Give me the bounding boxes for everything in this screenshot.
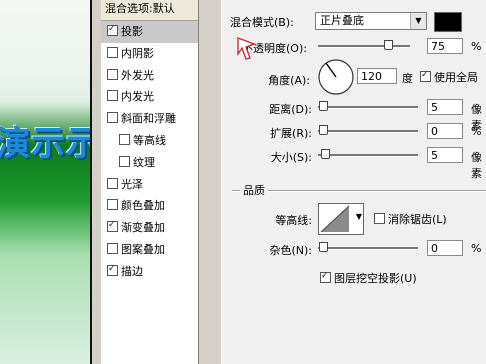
quality-group-border [232, 190, 486, 192]
style-item[interactable]: 光泽 [101, 174, 198, 196]
style-item-checkbox[interactable] [107, 68, 118, 80]
style-item-label: 内阴影 [121, 46, 154, 60]
anti-alias-label: 消除锯齿(L) [388, 213, 447, 226]
contour-linear-icon [320, 205, 350, 233]
style-item-checkbox[interactable] [107, 242, 118, 254]
noise-slider-thumb[interactable] [319, 242, 328, 252]
style-item[interactable]: 颜色叠加 [101, 195, 198, 217]
style-item-label: 描边 [121, 264, 143, 278]
noise-unit: % [471, 242, 482, 255]
style-item[interactable]: 内阴影 [101, 43, 198, 65]
global-light-checkbox[interactable]: 使用全局 [420, 69, 478, 85]
angle-label: 角度(A): [268, 74, 310, 87]
size-slider-thumb[interactable] [321, 149, 330, 159]
anti-alias-checkbox[interactable]: 消除锯齿(L) [374, 211, 447, 227]
style-item-checkbox[interactable] [107, 112, 118, 124]
drop-shadow-settings: 混合模式(B): 正片叠底 ▼ 不透明度(O): 75 % 角度(A): 120… [221, 0, 486, 364]
distance-slider-thumb[interactable] [319, 101, 328, 111]
contour-chevron-down-icon: ▼ [355, 212, 362, 221]
blending-options-header[interactable]: 混合选项:默认 [101, 0, 198, 21]
blend-mode-select[interactable]: 正片叠底 ▼ [315, 12, 427, 30]
noise-label: 杂色(N): [269, 244, 312, 257]
style-item-label: 内发光 [121, 90, 154, 104]
opacity-slider-thumb[interactable] [384, 40, 393, 50]
style-item-checkbox[interactable] [119, 155, 130, 167]
style-item-label: 斜面和浮雕 [121, 112, 176, 126]
opacity-slider[interactable] [318, 45, 410, 48]
style-item[interactable]: 描边 [101, 261, 198, 283]
contour-label: 等高线: [275, 214, 312, 227]
spread-label: 扩展(R): [270, 127, 312, 140]
style-item-label: 纹理 [133, 155, 155, 169]
cursor-arrow-icon [237, 37, 256, 60]
canvas-gutter [92, 0, 101, 364]
style-item-checkbox[interactable] [107, 25, 118, 36]
angle-unit: 度 [402, 72, 413, 85]
distance-label: 距离(D): [269, 103, 312, 116]
style-item-label: 图案叠加 [121, 242, 165, 256]
global-light-label: 使用全局 [434, 71, 478, 84]
style-item-label: 等高线 [133, 133, 166, 147]
style-item-label: 渐变叠加 [121, 221, 165, 235]
spread-slider-thumb[interactable] [319, 125, 328, 135]
panel-gutter [199, 0, 221, 364]
style-item[interactable]: 纹理 [101, 152, 198, 174]
size-label: 大小(S): [270, 151, 312, 164]
size-slider[interactable] [318, 154, 418, 157]
style-item[interactable]: 内发光 [101, 86, 198, 108]
style-item-label: 光泽 [121, 177, 143, 191]
styles-list: 混合选项:默认 投影内阴影外发光内发光斜面和浮雕等高线纹理光泽颜色叠加渐变叠加图… [101, 0, 199, 364]
spread-slider[interactable] [318, 130, 418, 133]
distance-slider[interactable] [318, 106, 418, 109]
style-item[interactable]: 斜面和浮雕 [101, 108, 198, 130]
noise-input[interactable]: 0 [427, 240, 463, 256]
style-item-checkbox[interactable] [107, 177, 118, 189]
knockout-checkbox[interactable]: 图层挖空投影(U) [320, 270, 417, 286]
global-light-check[interactable] [420, 71, 431, 82]
style-item[interactable]: 外发光 [101, 65, 198, 87]
style-item[interactable]: 投影 [101, 21, 198, 43]
style-item-checkbox[interactable] [107, 199, 118, 211]
style-item-checkbox[interactable] [107, 46, 118, 58]
style-item[interactable]: 图案叠加 [101, 239, 198, 261]
size-unit: 像素 [471, 151, 482, 180]
contour-picker[interactable]: ▼ [318, 203, 364, 235]
quality-section-title: 品质 [240, 182, 268, 198]
preview-text: 演示示画 [0, 124, 90, 164]
angle-input[interactable]: 120 [357, 68, 397, 84]
style-item[interactable]: 渐变叠加 [101, 217, 198, 239]
knockout-check[interactable] [320, 272, 331, 283]
size-input[interactable]: 5 [427, 147, 463, 163]
angle-dial[interactable] [316, 57, 356, 97]
anti-alias-check[interactable] [374, 213, 385, 224]
opacity-unit: % [471, 40, 482, 53]
distance-input[interactable]: 5 [427, 99, 463, 115]
style-item-checkbox[interactable] [107, 221, 118, 233]
style-item[interactable]: 等高线 [101, 130, 198, 152]
shadow-color-swatch[interactable] [434, 12, 462, 32]
canvas-preview: 演示示画 [0, 0, 90, 364]
spread-input[interactable]: 0 [427, 123, 463, 139]
style-item-checkbox[interactable] [107, 264, 118, 276]
opacity-input[interactable]: 75 [427, 38, 463, 54]
style-item-checkbox[interactable] [119, 133, 130, 145]
noise-slider[interactable] [318, 247, 418, 250]
blend-mode-label: 混合模式(B): [230, 16, 294, 29]
chevron-down-icon: ▼ [410, 13, 426, 29]
style-item-label: 外发光 [121, 68, 154, 82]
spread-unit: % [471, 125, 482, 138]
style-item-label: 颜色叠加 [121, 199, 165, 213]
blend-mode-value: 正片叠底 [320, 14, 364, 27]
style-item-checkbox[interactable] [107, 90, 118, 102]
style-item-label: 投影 [121, 25, 143, 38]
knockout-label: 图层挖空投影(U) [334, 272, 417, 285]
